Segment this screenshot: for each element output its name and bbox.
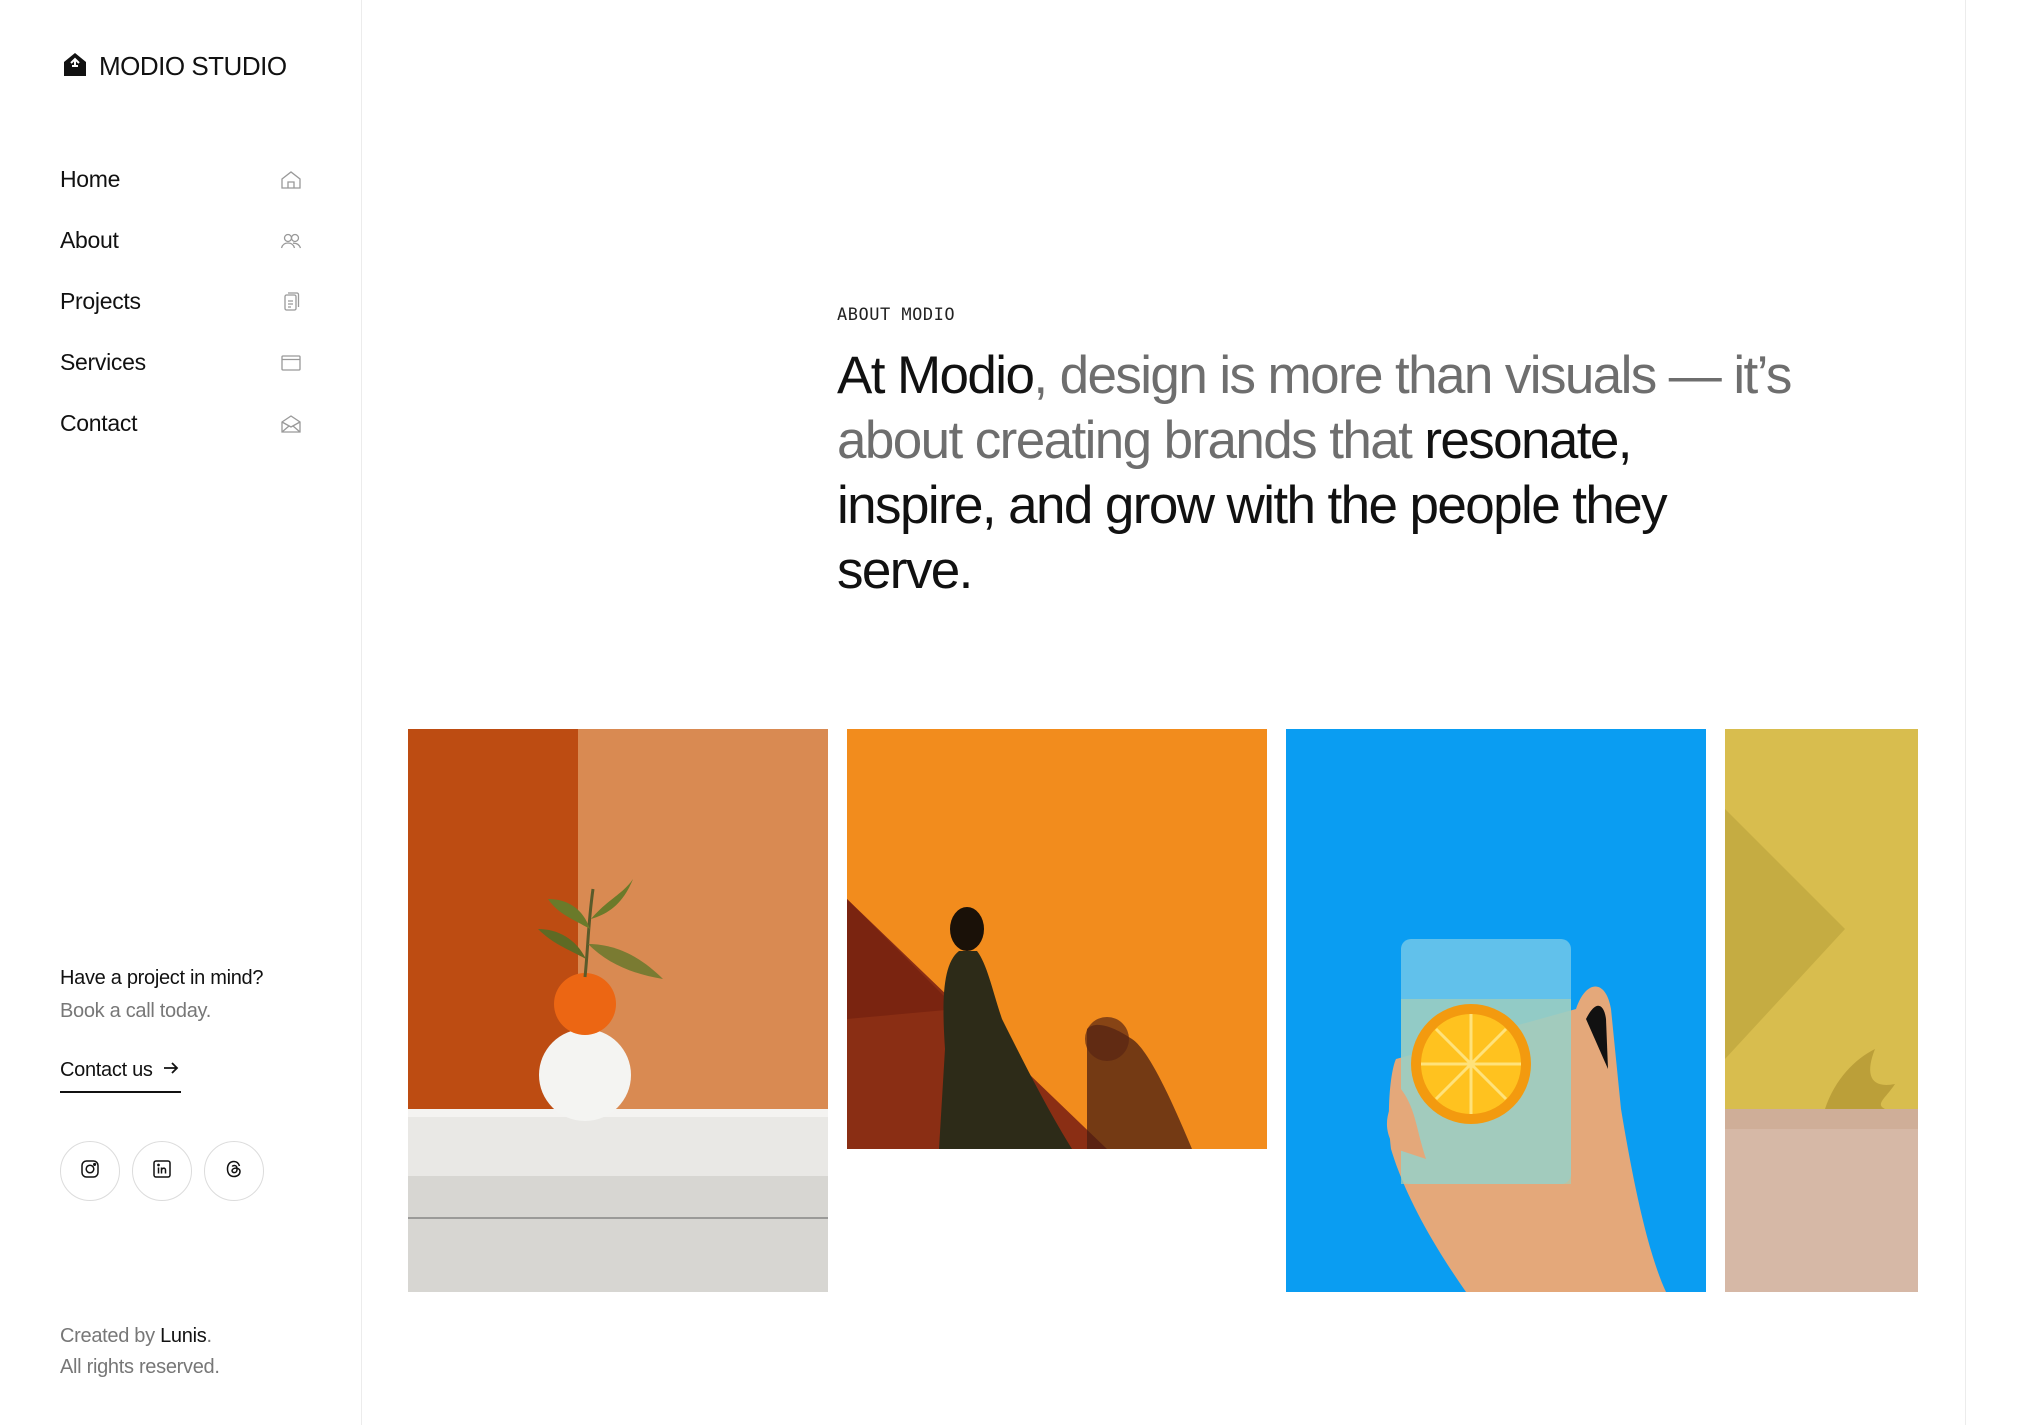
instagram-button[interactable]: [60, 1141, 120, 1201]
home-icon: [279, 168, 303, 192]
nav-label: Contact: [60, 410, 138, 436]
gallery-photo-4[interactable]: [1725, 729, 1918, 1292]
linkedin-icon: [151, 1158, 173, 1185]
footer-credit: Created by Lunis.: [60, 1321, 220, 1352]
threads-icon: [223, 1158, 245, 1185]
nav-label: Projects: [60, 288, 141, 314]
cta-block: Have a project in mind? Book a call toda…: [60, 967, 264, 1023]
person-silhouette-orange-wall-photo: [847, 729, 1267, 1149]
linkedin-button[interactable]: [132, 1141, 192, 1201]
nav-item-contact[interactable]: Contact: [60, 393, 303, 454]
contact-us-label: Contact us: [60, 1059, 153, 1081]
cta-title: Have a project in mind?: [60, 967, 264, 989]
envelope-open-icon: [279, 412, 303, 436]
brand-name: MODIO STUDIO: [99, 51, 287, 81]
browser-window-icon: [279, 351, 303, 375]
nav-item-projects[interactable]: Projects: [60, 271, 303, 332]
sidebar: MODIO STUDIO Home About Projects Service…: [0, 0, 362, 1425]
section-eyebrow: ABOUT MODIO: [837, 305, 956, 325]
orange-on-white-vase-photo: [408, 729, 828, 1292]
right-divider: [1965, 0, 1966, 1425]
gallery-photo-2[interactable]: [847, 729, 1267, 1149]
nav-label: Home: [60, 166, 121, 192]
headline-part-1: At Modio: [837, 346, 1035, 405]
cta-subtitle: Book a call today.: [60, 1000, 211, 1022]
footer-period: .: [206, 1325, 212, 1347]
nav-item-services[interactable]: Services: [60, 332, 303, 393]
nav-item-home[interactable]: Home: [60, 149, 303, 210]
social-links: [60, 1141, 264, 1201]
nav-label: About: [60, 227, 119, 253]
photo-gallery: [408, 729, 1918, 1292]
nav-label: Services: [60, 349, 146, 375]
hand-glass-orange-slice-photo: [1286, 729, 1706, 1292]
threads-button[interactable]: [204, 1141, 264, 1201]
footer-rights: All rights reserved.: [60, 1356, 220, 1378]
main-nav: Home About Projects Services Contact: [60, 149, 303, 454]
yellow-wall-plant-shadow-photo: [1725, 729, 1918, 1292]
arrow-right-icon: [161, 1058, 181, 1083]
users-icon: [279, 229, 303, 253]
house-logo-icon: [61, 50, 89, 83]
instagram-icon: [79, 1158, 101, 1185]
about-headline: At Modio, design is more than visuals — …: [837, 343, 1797, 603]
contact-us-link[interactable]: Contact us: [60, 1058, 181, 1093]
footer: Created by Lunis. All rights reserved.: [60, 1321, 220, 1383]
brand[interactable]: MODIO STUDIO: [61, 50, 287, 83]
nav-item-about[interactable]: About: [60, 210, 303, 271]
footer-author[interactable]: Lunis: [160, 1325, 207, 1347]
gallery-photo-1[interactable]: [408, 729, 828, 1292]
gallery-photo-3[interactable]: [1286, 729, 1706, 1292]
files-icon: [279, 290, 303, 314]
footer-created-by: Created by: [60, 1325, 155, 1347]
